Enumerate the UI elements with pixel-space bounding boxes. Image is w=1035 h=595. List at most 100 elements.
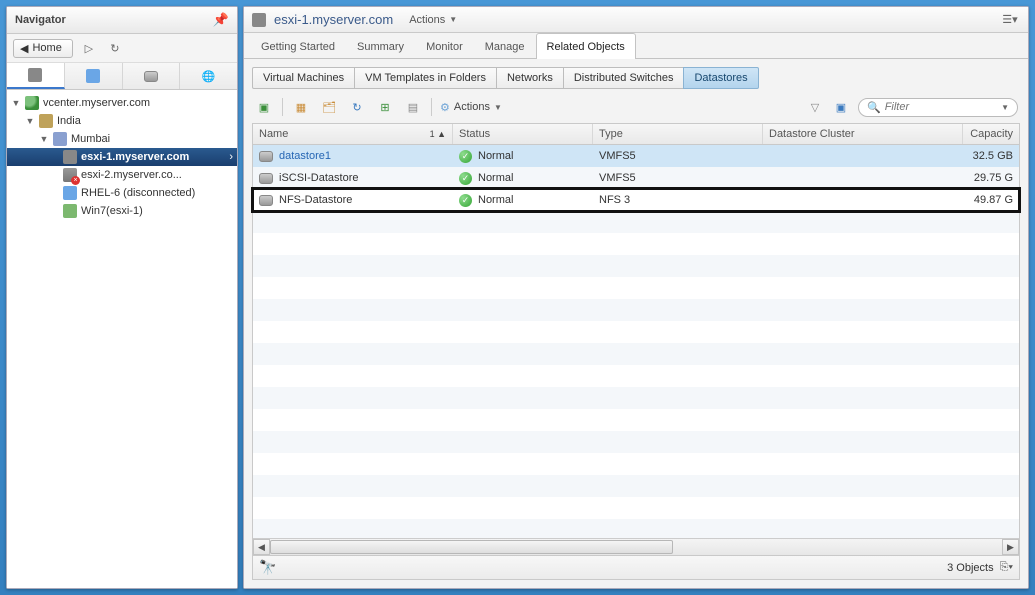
home-label: Home (32, 42, 61, 54)
col-header-capacity[interactable]: Capacity (963, 124, 1019, 144)
actions-label: Actions (409, 14, 445, 26)
inventory-view-tabs: 🌐 (7, 63, 237, 90)
content-panel: esxi-1.myserver.com Actions ▼ ☰▾ Getting… (243, 6, 1029, 589)
tree-node-cluster[interactable]: ▼ Mumbai (7, 130, 237, 148)
twisty-icon[interactable]: ▼ (11, 98, 21, 108)
back-icon: ◀ (20, 42, 28, 55)
export-icon[interactable]: ▣ (832, 98, 850, 116)
tree-node-host-2[interactable]: esxi-2.myserver.co... (7, 166, 237, 184)
twisty-icon[interactable]: ▼ (39, 134, 49, 144)
col-header-status[interactable]: Status (453, 124, 593, 144)
toolbar-actions-dropdown[interactable]: ⚙ Actions ▼ (440, 101, 502, 114)
actions-dropdown[interactable]: Actions ▼ (403, 12, 463, 28)
type-text: VMFS5 (599, 150, 636, 162)
refresh-button[interactable]: ↻ (347, 97, 367, 117)
subtab-distributed-switches[interactable]: Distributed Switches (563, 67, 685, 89)
status-text: Normal (478, 194, 513, 206)
tab-getting-started[interactable]: Getting Started (250, 33, 346, 59)
subtab-networks[interactable]: Networks (496, 67, 564, 89)
tree-label: Win7(esxi-1) (81, 205, 143, 217)
col-header-cluster[interactable]: Datastore Cluster (763, 124, 963, 144)
datastore-link[interactable]: datastore1 (279, 150, 331, 162)
chevron-down-icon: ▼ (449, 15, 457, 24)
datastore-name: iSCSI-Datastore (279, 172, 358, 184)
col-header-name[interactable]: Name 1 ▲ (253, 124, 453, 144)
subtab-virtual-machines[interactable]: Virtual Machines (252, 67, 355, 89)
tree-label: esxi-2.myserver.co... (81, 169, 182, 181)
tree-node-vcenter[interactable]: ▼ vcenter.myserver.com (7, 94, 237, 112)
status-ok-icon (459, 172, 472, 185)
header-menu-icon[interactable]: ☰▾ (1000, 11, 1020, 28)
tree-node-vm-1[interactable]: RHEL-6 (disconnected) (7, 184, 237, 202)
page-title: esxi-1.myserver.com (274, 12, 393, 27)
table-row[interactable]: NFS-Datastore Normal NFS 3 49.87 G (253, 189, 1019, 211)
subtab-vm-templates[interactable]: VM Templates in Folders (354, 67, 497, 89)
tab-monitor[interactable]: Monitor (415, 33, 474, 59)
host-icon (63, 150, 77, 164)
nav-forward-button[interactable]: ▷ (79, 38, 99, 58)
find-icon[interactable]: 🔭 (259, 559, 276, 576)
home-button[interactable]: ◀ Home (13, 39, 73, 58)
subtab-datastores[interactable]: Datastores (683, 67, 758, 89)
new-datastore-button[interactable]: ▣ (254, 97, 274, 117)
table-row[interactable]: iSCSI-Datastore Normal VMFS5 29.75 G (253, 167, 1019, 189)
twisty-icon[interactable]: ▼ (25, 116, 35, 126)
vm-icon (86, 69, 100, 83)
nav-history-button[interactable]: ↻ (105, 38, 125, 58)
datastore-toolbar: ▣ ▦ 🗂 ↻ ⊞ ▤ ⚙ Actions ▼ ▽ ▣ 🔍 (252, 89, 1020, 123)
navigator-panel: Navigator 📌 ◀ Home ▷ ↻ 🌐 ▼ vcenter.myser… (6, 6, 238, 589)
tree-node-vm-2[interactable]: Win7(esxi-1) (7, 202, 237, 220)
vms-view-tab[interactable] (65, 63, 123, 89)
scroll-left-button[interactable]: ◀ (253, 539, 270, 555)
export-button[interactable]: ⎘▾ (1000, 561, 1013, 574)
search-icon: 🔍 (867, 101, 881, 114)
increase-capacity-button[interactable]: ⊞ (375, 97, 395, 117)
datastore-icon (144, 71, 158, 82)
capacity-text: 29.75 G (974, 172, 1013, 184)
cluster-icon (53, 132, 67, 146)
separator (431, 98, 432, 116)
filter-input[interactable] (885, 101, 997, 113)
network-view-tab[interactable]: 🌐 (180, 63, 237, 89)
hosts-view-tab[interactable] (7, 63, 65, 89)
host-icon (252, 13, 266, 27)
scroll-right-button[interactable]: ▶ (1002, 539, 1019, 555)
storage-view-tab[interactable] (123, 63, 181, 89)
manage-storage-button[interactable]: ▤ (403, 97, 423, 117)
table-row[interactable]: datastore1 Normal VMFS5 32.5 GB (253, 145, 1019, 167)
capacity-text: 49.87 G (974, 194, 1013, 206)
main-tabs: Getting Started Summary Monitor Manage R… (244, 33, 1028, 59)
horizontal-scrollbar[interactable]: ◀ ▶ (253, 538, 1019, 555)
tree-label: Mumbai (71, 133, 110, 145)
tree-node-host-1[interactable]: esxi-1.myserver.com › (7, 148, 237, 166)
object-count: 3 Objects (947, 562, 993, 574)
capacity-text: 32.5 GB (973, 150, 1013, 162)
host-error-icon (63, 168, 77, 182)
status-text: Normal (478, 172, 513, 184)
tab-related-objects[interactable]: Related Objects (536, 33, 636, 59)
separator (282, 98, 283, 116)
col-header-type[interactable]: Type (593, 124, 763, 144)
register-vm-button[interactable]: ▦ (291, 97, 311, 117)
pin-icon[interactable]: 📌 (213, 12, 229, 28)
vm-icon (63, 204, 77, 218)
table-footer: 🔭 3 Objects ⎘▾ (253, 555, 1019, 579)
tree-label: esxi-1.myserver.com (81, 151, 189, 163)
navigator-title: Navigator (15, 14, 66, 26)
tab-manage[interactable]: Manage (474, 33, 536, 59)
browse-files-button[interactable]: 🗂 (319, 97, 339, 117)
scroll-track[interactable] (270, 539, 1002, 555)
table-header: Name 1 ▲ Status Type Datastore Cluster C… (253, 124, 1019, 145)
datastore-name: NFS-Datastore (279, 194, 352, 206)
host-icon (28, 68, 42, 82)
chevron-down-icon: ▼ (1001, 103, 1009, 112)
tab-summary[interactable]: Summary (346, 33, 415, 59)
vm-icon (63, 186, 77, 200)
tree-node-datacenter[interactable]: ▼ India (7, 112, 237, 130)
scroll-thumb[interactable] (270, 540, 673, 554)
filter-clear-icon[interactable]: ▽ (806, 98, 824, 116)
datastore-table: Name 1 ▲ Status Type Datastore Cluster C… (252, 123, 1020, 580)
tree-label: RHEL-6 (disconnected) (81, 187, 195, 199)
status-text: Normal (478, 150, 513, 162)
filter-box[interactable]: 🔍 ▼ (858, 98, 1018, 117)
